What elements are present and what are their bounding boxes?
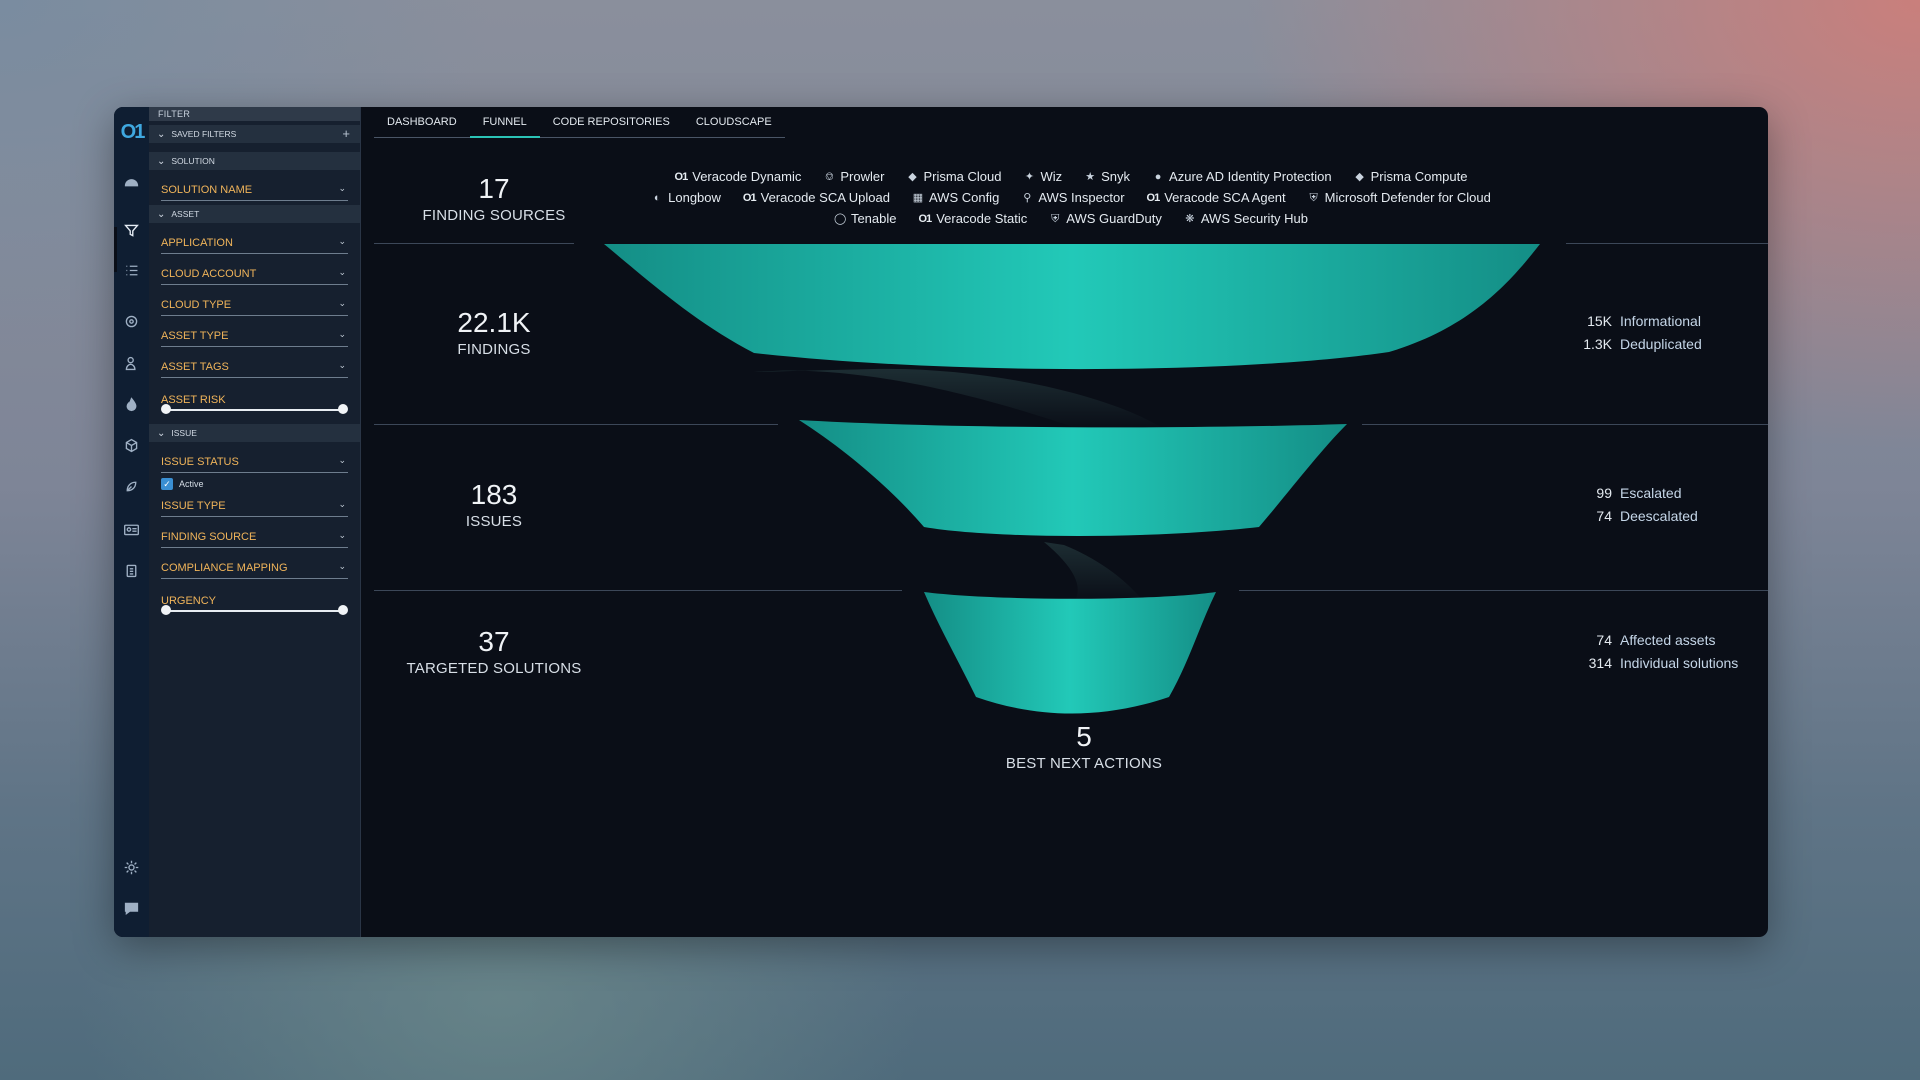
findings-breakdown: 15K Informational 1.3K Deduplicated — [1572, 309, 1760, 355]
breakdown-label: Individual solutions — [1620, 654, 1739, 671]
breakdown-value: 74 — [1596, 507, 1612, 524]
breakdown-row: 99 Escalated — [1572, 481, 1760, 504]
funnel-issues-layer — [799, 420, 1347, 536]
breakdown-label: Informational — [1620, 312, 1701, 329]
funnel-shadow — [1044, 542, 1144, 602]
breakdown-row: 74 Deescalated — [1572, 504, 1760, 527]
breakdown-row: 1.3K Deduplicated — [1572, 332, 1760, 355]
issues-breakdown: 99 Escalated 74 Deescalated — [1572, 481, 1760, 527]
breakdown-value: 99 — [1596, 484, 1612, 501]
breakdown-row: 15K Informational — [1572, 309, 1760, 332]
breakdown-value: 314 — [1588, 654, 1612, 671]
funnel-shadow — [754, 368, 1164, 429]
funnel-solutions-layer — [924, 592, 1216, 714]
breakdown-value: 74 — [1596, 631, 1612, 648]
funnel-findings-layer — [604, 244, 1540, 370]
breakdown-label: Escalated — [1620, 484, 1682, 501]
breakdown-value: 1.3K — [1583, 335, 1612, 352]
breakdown-label: Affected assets — [1620, 631, 1716, 648]
app-window: O1 FILTER ⌄ SAVED FILTERS + ⌄ SOLUTION SOLU… — [114, 107, 1768, 937]
breakdown-value: 15K — [1587, 312, 1612, 329]
breakdown-row: 74 Affected assets — [1572, 628, 1760, 651]
solutions-breakdown: 74 Affected assets 314 Individual solution… — [1572, 628, 1760, 674]
funnel-graphic — [604, 244, 1540, 714]
breakdown-label: Deescalated — [1620, 507, 1698, 524]
breakdown-row: 314 Individual solutions — [1572, 651, 1760, 674]
breakdown-label: Deduplicated — [1620, 335, 1702, 352]
